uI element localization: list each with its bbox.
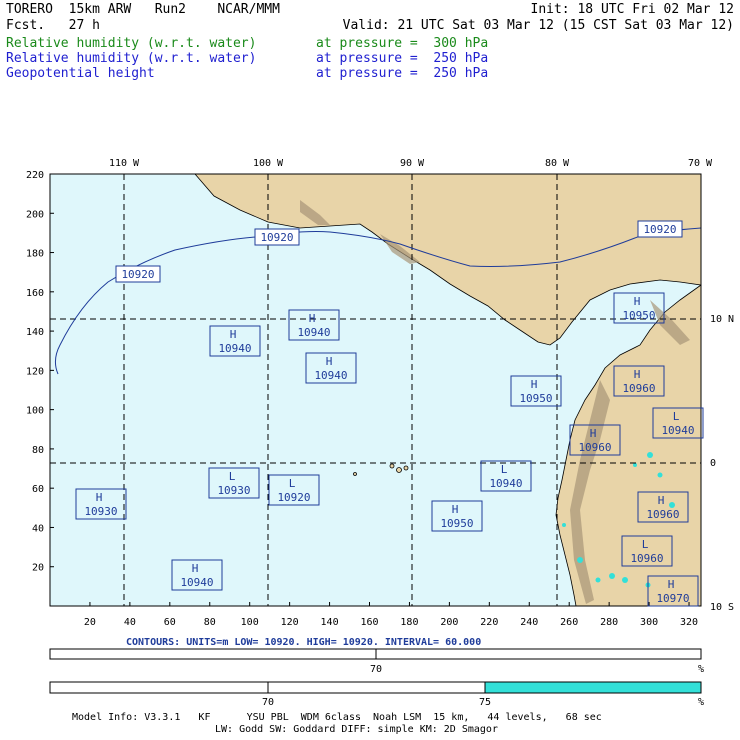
center-value: 10940 xyxy=(489,477,522,490)
center-type: H xyxy=(309,312,316,325)
center-value: 10920 xyxy=(277,491,310,504)
x-tick-label: 320 xyxy=(680,617,698,628)
x-tick-label: 40 xyxy=(124,617,136,628)
x-tick-label: 280 xyxy=(600,617,618,628)
lon-label: 100 W xyxy=(253,158,284,169)
lon-label: 110 W xyxy=(109,158,140,169)
y-tick-label: 100 xyxy=(26,406,44,417)
center-value: 10950 xyxy=(519,392,552,405)
center-type: H xyxy=(531,378,538,391)
center-type: H xyxy=(96,491,103,504)
center-value: 10940 xyxy=(297,326,330,339)
center-type: H xyxy=(658,494,665,507)
svg-text:10920: 10920 xyxy=(121,268,154,281)
y-tick-label: 20 xyxy=(32,563,44,574)
contour-label: 10920 xyxy=(637,220,683,238)
center-value: 10940 xyxy=(180,576,213,589)
center-value: 10960 xyxy=(578,441,611,454)
bar1-label: 70 xyxy=(370,664,382,675)
lon-label: 70 W xyxy=(688,158,713,169)
y-tick-label: 140 xyxy=(26,327,44,338)
x-tick-label: 240 xyxy=(520,617,538,628)
lat-label: 10 S xyxy=(710,602,734,613)
y-tick-label: 80 xyxy=(32,445,44,456)
contours-info: CONTOURS: UNITS=m LOW= 10920. HIGH= 1092… xyxy=(126,637,481,648)
center-value: 10930 xyxy=(217,484,250,497)
center-type: H xyxy=(452,503,459,516)
x-tick-label: 20 xyxy=(84,617,96,628)
center-value: 10940 xyxy=(661,424,694,437)
y-tick-label: 180 xyxy=(26,249,44,260)
center-type: L xyxy=(673,410,680,423)
y-tick-label: 220 xyxy=(26,170,44,181)
lat-label: 0 xyxy=(710,458,716,469)
center-type: H xyxy=(326,355,333,368)
center-value: 10960 xyxy=(622,382,655,395)
x-tick-label: 140 xyxy=(321,617,339,628)
x-tick-label: 60 xyxy=(164,617,176,628)
center-value: 10950 xyxy=(622,309,655,322)
bar1-unit: % xyxy=(698,664,704,675)
center-value: 10930 xyxy=(84,505,117,518)
center-type: H xyxy=(590,427,597,440)
x-tick-label: 180 xyxy=(400,617,418,628)
svg-text:10920: 10920 xyxy=(260,231,293,244)
lon-label: 90 W xyxy=(400,158,425,169)
center-type: L xyxy=(289,477,296,490)
lat-label: 10 N xyxy=(710,314,734,325)
center-value: 10950 xyxy=(440,517,473,530)
contour-label: 10920 xyxy=(254,228,300,246)
y-tick-label: 40 xyxy=(32,523,44,534)
lon-label: 80 W xyxy=(545,158,570,169)
x-tick-label: 300 xyxy=(640,617,658,628)
center-type: L xyxy=(642,538,649,551)
bar2-label-70: 70 xyxy=(262,697,274,708)
percent-bar-2-fill xyxy=(484,681,702,694)
x-tick-label: 80 xyxy=(204,617,216,628)
center-value: 10970 xyxy=(656,592,689,605)
center-type: H xyxy=(634,295,641,308)
x-tick-label: 160 xyxy=(360,617,378,628)
center-type: H xyxy=(634,368,641,381)
y-tick-label: 160 xyxy=(26,288,44,299)
y-tick-label: 200 xyxy=(26,209,44,220)
center-type: L xyxy=(229,470,236,483)
y-tick-label: 120 xyxy=(26,366,44,377)
center-value: 10940 xyxy=(314,369,347,382)
x-tick-label: 200 xyxy=(440,617,458,628)
weather-map: 110 W 100 W 90 W 80 W 70 W 10 N 0 10 S 2… xyxy=(26,158,734,708)
x-tick-label: 100 xyxy=(241,617,259,628)
center-value: 10960 xyxy=(646,508,679,521)
center-type: H xyxy=(192,562,199,575)
x-tick-label: 260 xyxy=(560,617,578,628)
center-type: H xyxy=(230,328,237,341)
physics-info: LW: Godd SW: Goddard DIFF: simple KM: 2D… xyxy=(215,724,498,735)
x-tick-label: 220 xyxy=(480,617,498,628)
contour-label: 10920 xyxy=(115,265,161,283)
center-value: 10940 xyxy=(218,342,251,355)
center-type: H xyxy=(668,578,675,591)
center-type: L xyxy=(501,463,508,476)
y-tick-label: 60 xyxy=(32,484,44,495)
center-value: 10960 xyxy=(630,552,663,565)
svg-text:10920: 10920 xyxy=(643,223,676,236)
model-info: Model Info: V3.3.1 KF YSU PBL WDM 6class… xyxy=(72,712,602,723)
bar2-label-75: 75 xyxy=(479,697,491,708)
x-tick-label: 120 xyxy=(281,617,299,628)
bar2-unit: % xyxy=(698,697,704,708)
